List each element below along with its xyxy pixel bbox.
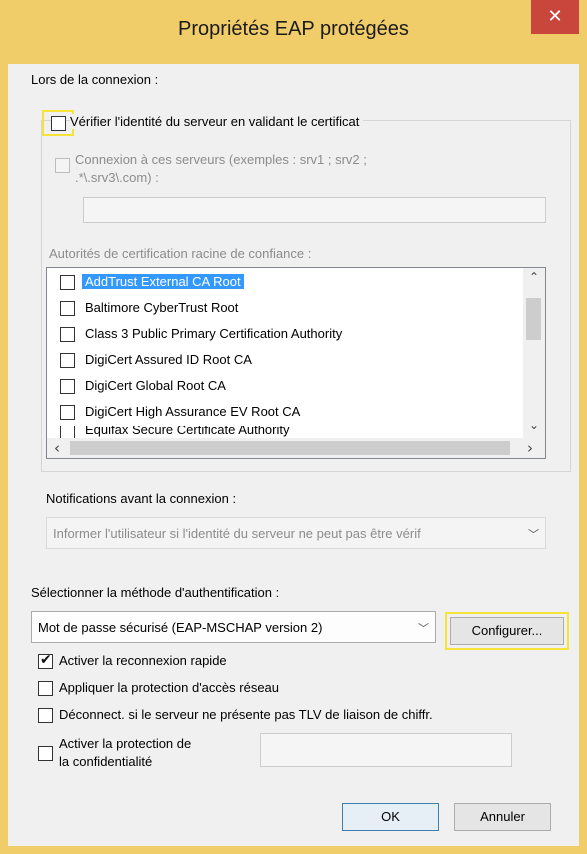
ca-checkbox[interactable] — [60, 426, 75, 438]
list-item[interactable]: Class 3 Public Primary Certification Aut… — [47, 322, 523, 348]
vertical-scrollbar[interactable]: ⌃ ⌄ — [523, 268, 545, 438]
connection-heading: Lors de la connexion : — [31, 72, 159, 87]
cancel-button[interactable]: Annuler — [454, 803, 551, 831]
disconnect-checkbox[interactable] — [38, 708, 53, 723]
ca-checkbox[interactable] — [60, 275, 75, 290]
ca-label: Baltimore CyberTrust Root — [85, 300, 239, 315]
privacy-checkbox[interactable] — [38, 746, 53, 761]
horizontal-scrollbar[interactable]: ‹ › — [47, 438, 545, 458]
configure-button[interactable]: Configurer... — [450, 617, 564, 645]
chevron-down-icon: ﹀ — [528, 528, 539, 541]
nap-label: Appliquer la protection d'accès réseau — [59, 680, 280, 695]
scroll-up-icon[interactable]: ⌃ — [529, 270, 539, 284]
privacy-label-line1: Activer la protection de — [59, 736, 192, 751]
auth-heading: Sélectionner la méthode d'authentificati… — [31, 585, 280, 600]
list-item[interactable]: DigiCert Assured ID Root CA — [47, 348, 523, 374]
ca-checkbox[interactable] — [60, 301, 75, 316]
notifications-dropdown[interactable]: Informer l'utilisateur si l'identité du … — [46, 517, 546, 549]
ca-label: AddTrust External CA Root — [82, 274, 244, 289]
ca-list[interactable]: AddTrust External CA Root Baltimore Cybe… — [46, 267, 546, 459]
scroll-right-icon[interactable]: › — [527, 439, 533, 457]
disconnect-label: Déconnect. si le serveur ne présente pas… — [59, 707, 433, 722]
ca-checkbox[interactable] — [60, 327, 75, 342]
nap-checkbox[interactable] — [38, 681, 53, 696]
verify-server-checkbox[interactable] — [51, 116, 66, 131]
vertical-scroll-thumb[interactable] — [526, 298, 541, 340]
connect-servers-label-line1: Connexion à ces serveurs (exemples : srv… — [75, 152, 367, 167]
ca-label: Equifax Secure Certificate Authority — [85, 426, 290, 437]
close-button[interactable]: ✕ — [531, 0, 579, 34]
connect-servers-checkbox[interactable] — [55, 158, 70, 173]
list-item[interactable]: DigiCert High Assurance EV Root CA — [47, 400, 523, 426]
privacy-label-line2: la confidentialité — [59, 754, 153, 769]
list-item[interactable]: Equifax Secure Certificate Authority — [47, 426, 523, 438]
connect-servers-label-line2: .*\.srv3\.com) : — [75, 170, 159, 185]
list-item[interactable]: AddTrust External CA Root — [47, 270, 523, 296]
ca-label: DigiCert High Assurance EV Root CA — [85, 404, 301, 419]
ca-heading: Autorités de certification racine de con… — [49, 246, 312, 261]
ca-checkbox[interactable] — [60, 379, 75, 394]
scroll-left-icon[interactable]: ‹ — [54, 439, 60, 457]
ca-label: DigiCert Global Root CA — [85, 378, 226, 393]
auth-method-value: Mot de passe sécurisé (EAP-MSCHAP versio… — [38, 620, 323, 635]
chevron-down-icon: ﹀ — [418, 622, 429, 635]
fast-reconnect-checkbox[interactable] — [38, 652, 53, 669]
window-title: Propriétés EAP protégées — [178, 18, 409, 40]
ca-checkbox[interactable] — [60, 353, 75, 368]
notifications-heading: Notifications avant la connexion : — [46, 491, 237, 506]
ca-label: DigiCert Assured ID Root CA — [85, 352, 252, 367]
list-item[interactable]: Baltimore CyberTrust Root — [47, 296, 523, 322]
fast-reconnect-label: Activer la reconnexion rapide — [59, 653, 227, 668]
horizontal-scroll-thumb[interactable] — [70, 441, 510, 455]
title-bar[interactable]: Propriétés EAP protégées ✕ — [0, 0, 587, 64]
notifications-value: Informer l'utilisateur si l'identité du … — [53, 526, 421, 541]
auth-method-dropdown[interactable]: Mot de passe sécurisé (EAP-MSCHAP versio… — [31, 611, 436, 643]
scroll-down-icon[interactable]: ⌄ — [529, 418, 539, 432]
ca-label: Class 3 Public Primary Certification Aut… — [85, 326, 343, 341]
ok-button[interactable]: OK — [342, 803, 439, 831]
verify-server-label: Vérifier l'identité du serveur en valida… — [70, 114, 364, 129]
list-item[interactable]: DigiCert Global Root CA — [47, 374, 523, 400]
privacy-identity-input[interactable] — [260, 733, 512, 767]
servers-input[interactable] — [83, 197, 546, 223]
ca-checkbox[interactable] — [60, 405, 75, 420]
